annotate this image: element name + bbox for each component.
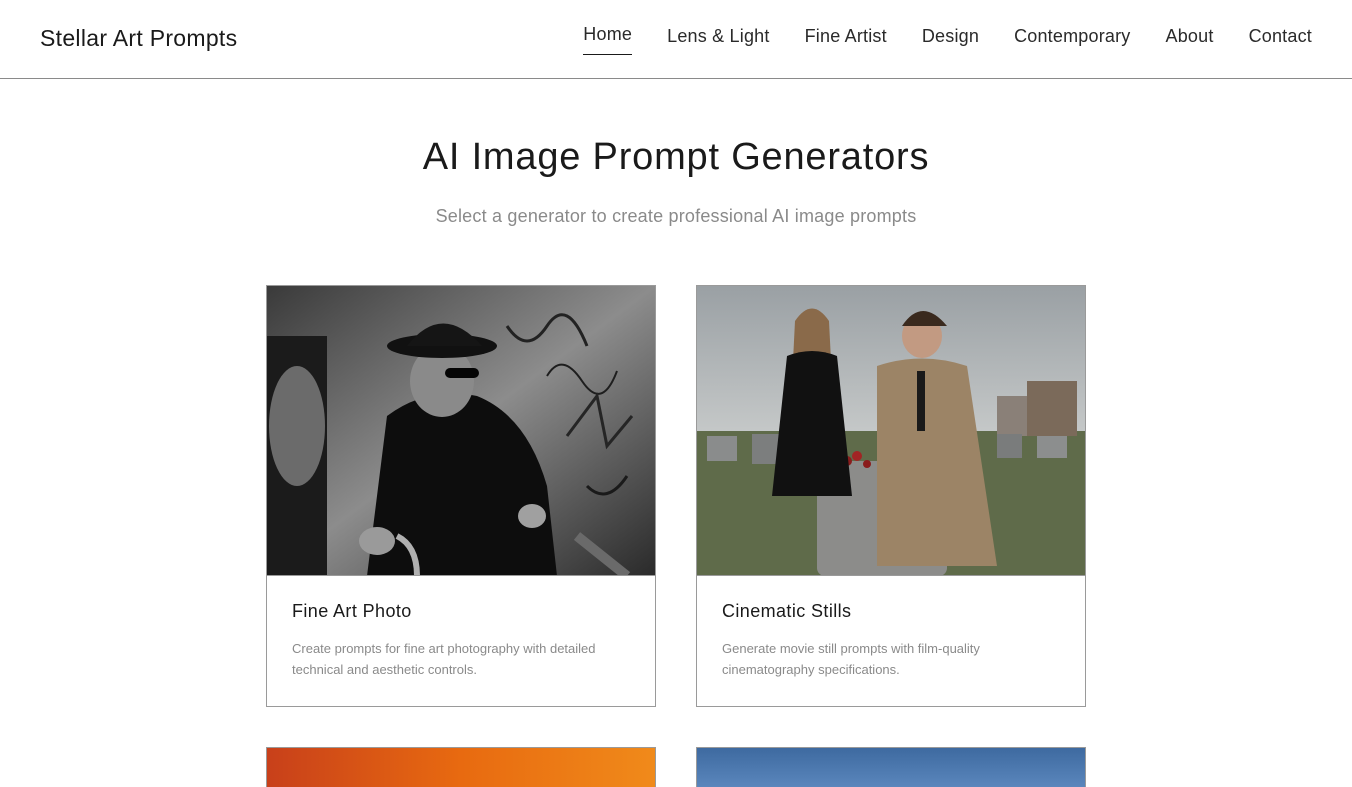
nav-item-lens-light[interactable]: Lens & Light bbox=[667, 26, 769, 55]
generator-card-peek[interactable] bbox=[266, 747, 656, 787]
nav-item-contact[interactable]: Contact bbox=[1249, 26, 1312, 55]
card-description: Create prompts for fine art photography … bbox=[292, 641, 596, 677]
nav-item-contemporary[interactable]: Contemporary bbox=[1014, 26, 1130, 55]
nav-item-fine-artist[interactable]: Fine Artist bbox=[805, 26, 887, 55]
card-description: Generate movie still prompts with film-q… bbox=[722, 641, 980, 677]
site-brand[interactable]: Stellar Art Prompts bbox=[40, 25, 237, 52]
main-nav: Home Lens & Light Fine Artist Design Con… bbox=[583, 24, 1312, 55]
generator-card-peek[interactable] bbox=[696, 747, 1086, 787]
card-image-fine-art-photo bbox=[267, 286, 655, 576]
generator-card-cinematic-stills[interactable]: Cinematic Stills Generate movie still pr… bbox=[696, 285, 1086, 707]
nav-item-about[interactable]: About bbox=[1166, 26, 1214, 55]
card-title: Fine Art Photo bbox=[292, 601, 412, 621]
generator-card-fine-art-photo[interactable]: Fine Art Photo Create prompts for fine a… bbox=[266, 285, 656, 707]
nav-item-design[interactable]: Design bbox=[922, 26, 979, 55]
page-title: AI Image Prompt Generators bbox=[422, 136, 930, 178]
card-title: Cinematic Stills bbox=[722, 601, 852, 621]
site-header: Stellar Art Prompts Home Lens & Light Fi… bbox=[0, 0, 1352, 79]
card-image-cinematic-stills bbox=[697, 286, 1085, 576]
nav-item-home[interactable]: Home bbox=[583, 24, 633, 55]
page-subtitle: Select a generator to create professiona… bbox=[435, 206, 917, 226]
